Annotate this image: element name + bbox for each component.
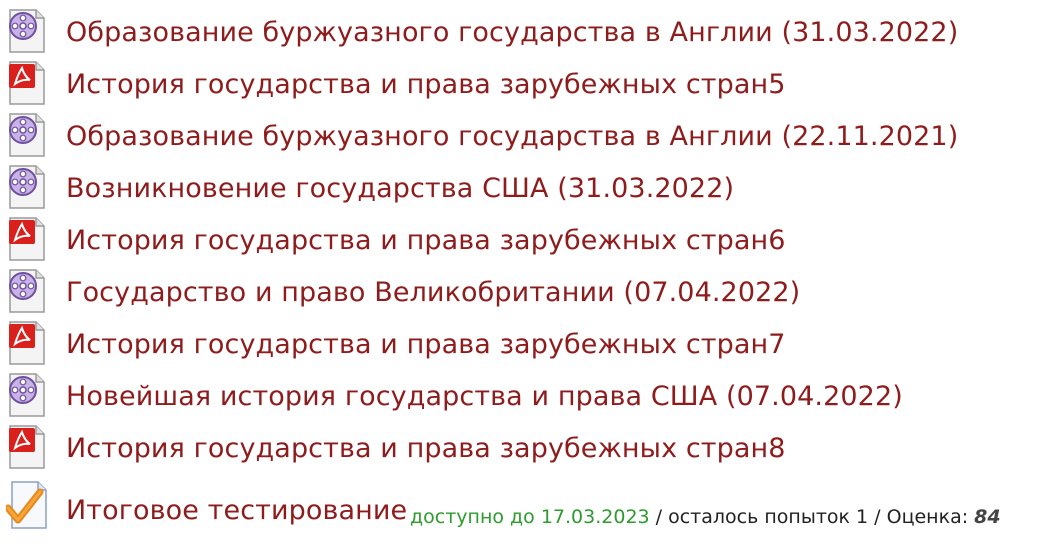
video-file-icon bbox=[6, 268, 48, 314]
pdf-file-icon bbox=[6, 216, 48, 262]
video-link[interactable]: Образование буржуазного государства в Ан… bbox=[66, 120, 958, 154]
pdf-link[interactable]: История государства и права зарубежных с… bbox=[66, 224, 786, 258]
list-item: История государства и права зарубежных с… bbox=[0, 214, 1048, 268]
availability-text: доступно до 17.03.2023 bbox=[410, 506, 650, 528]
pdf-file-icon bbox=[6, 60, 48, 106]
separator: / bbox=[649, 506, 669, 528]
list-item: Государство и право Великобритании (07.0… bbox=[0, 266, 1048, 320]
video-file-icon bbox=[6, 112, 48, 158]
list-item: История государства и права зарубежных с… bbox=[0, 318, 1048, 372]
video-link[interactable]: Образование буржуазного государства в Ан… bbox=[66, 16, 958, 50]
list-item: Образование буржуазного государства в Ан… bbox=[0, 6, 1048, 60]
video-link[interactable]: Новейшая история государства и права США… bbox=[66, 380, 903, 414]
pdf-link[interactable]: История государства и права зарубежных с… bbox=[66, 432, 786, 466]
quiz-item: Итоговое тестирование доступно до 17.03.… bbox=[0, 478, 1048, 532]
pdf-file-icon bbox=[6, 424, 48, 470]
pdf-link[interactable]: История государства и права зарубежных с… bbox=[66, 68, 786, 102]
quiz-checkmark-icon bbox=[4, 478, 48, 529]
list-item: Новейшая история государства и права США… bbox=[0, 370, 1048, 424]
top-edge bbox=[0, 0, 1048, 3]
quiz-link[interactable]: Итоговое тестирование bbox=[66, 494, 407, 528]
grade-label: Оценка: bbox=[886, 506, 975, 528]
pdf-file-icon bbox=[6, 320, 48, 366]
video-file-icon bbox=[6, 372, 48, 418]
video-file-icon bbox=[6, 164, 48, 210]
grade-value: 84 bbox=[974, 506, 1001, 528]
list-item: Образование буржуазного государства в Ан… bbox=[0, 110, 1048, 164]
video-link[interactable]: Возникновение государства США (31.03.202… bbox=[66, 172, 734, 206]
video-file-icon bbox=[6, 8, 48, 54]
list-item: Возникновение государства США (31.03.202… bbox=[0, 162, 1048, 216]
list-item: История государства и права зарубежных с… bbox=[0, 422, 1048, 476]
attempts-text: осталось попыток 1 bbox=[668, 506, 869, 528]
pdf-link[interactable]: История государства и права зарубежных с… bbox=[66, 328, 786, 362]
video-link[interactable]: Государство и право Великобритании (07.0… bbox=[66, 276, 800, 310]
separator: / bbox=[868, 506, 887, 528]
quiz-status: доступно до 17.03.2023 / осталось попыто… bbox=[410, 505, 1001, 529]
list-item: История государства и права зарубежных с… bbox=[0, 58, 1048, 112]
